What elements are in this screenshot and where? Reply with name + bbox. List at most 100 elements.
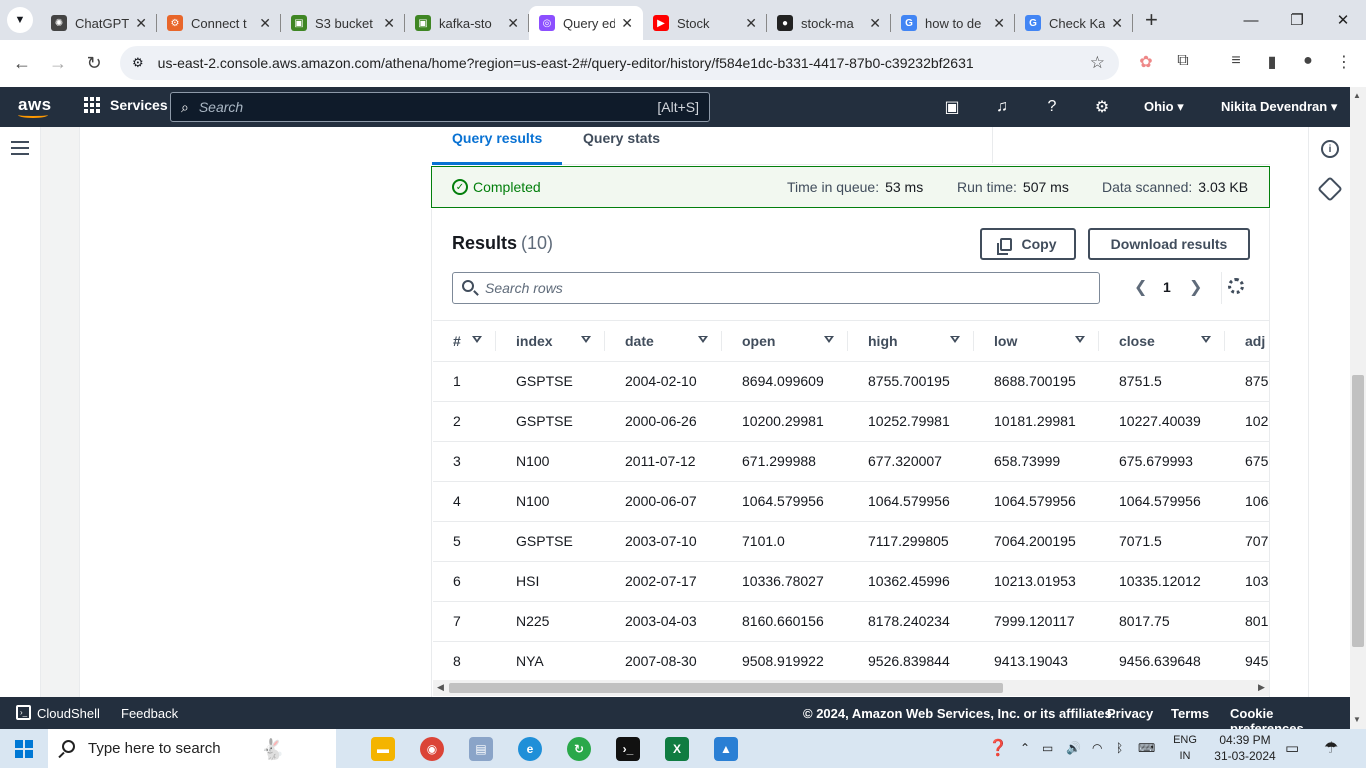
keyboard-icon[interactable]: ⌨ [1138, 741, 1155, 755]
browser-tab[interactable]: ● stock-ma ✕ [767, 6, 891, 40]
search-rows-input[interactable]: Search rows [452, 272, 1100, 304]
column-header[interactable]: high [848, 321, 974, 362]
column-header[interactable]: date [605, 321, 722, 362]
language-indicator[interactable]: ENG IN [1170, 732, 1200, 764]
table-horizontal-scrollbar[interactable]: ◀ ▶ [433, 680, 1269, 696]
table-row[interactable]: 5 GSPTSE 2003-07-10 7101.0 7117.299805 7064.2… [433, 521, 1269, 562]
table-row[interactable]: 6 HSI 2002-07-17 10336.78027 10362.45996 1021… [433, 561, 1269, 602]
region-selector[interactable]: Ohio ▾ [1144, 99, 1184, 115]
site-settings-icon[interactable]: ⚙ [132, 55, 144, 71]
aws-logo[interactable]: aws [18, 95, 52, 118]
info-icon[interactable]: i [1321, 140, 1339, 158]
restore-icon[interactable]: ❐ [1274, 0, 1320, 40]
privacy-link[interactable]: Privacy [1107, 706, 1153, 721]
show-hidden-icons-chevron-icon[interactable]: ⌃ [1020, 741, 1030, 755]
filter-caret-icon[interactable] [1075, 336, 1085, 343]
filter-caret-icon[interactable] [824, 336, 834, 343]
chrome-icon[interactable]: ◉ [420, 737, 444, 761]
table-row[interactable]: 2 GSPTSE 2000-06-26 10200.29981 10252.79981 1… [433, 401, 1269, 442]
table-preferences-gear-icon[interactable] [1228, 278, 1244, 294]
back-icon[interactable]: ← [4, 53, 40, 74]
column-header[interactable]: open [722, 321, 848, 362]
settings-gear-icon[interactable]: ⚙ [1091, 96, 1113, 118]
column-header[interactable]: close [1099, 321, 1225, 362]
tab-close-icon[interactable]: ✕ [869, 15, 881, 32]
browser-tab[interactable]: ▶ Stock ✕ [643, 6, 767, 40]
table-row[interactable]: 4 N100 2000-06-07 1064.579956 1064.579956 106… [433, 481, 1269, 522]
notifications-icon[interactable]: ▭ [1285, 739, 1299, 757]
tab-query-stats[interactable]: Query stats [583, 130, 660, 146]
column-header[interactable]: index [496, 321, 605, 362]
filter-caret-icon[interactable] [1201, 336, 1211, 343]
help-icon[interactable]: ? [1041, 96, 1063, 118]
page-vertical-scrollbar[interactable]: ▲ ▼ [1350, 87, 1366, 729]
tab-close-icon[interactable]: ✕ [1111, 15, 1123, 32]
tab-close-icon[interactable]: ✕ [745, 15, 757, 32]
column-header[interactable]: # [433, 321, 496, 362]
help-tray-icon[interactable]: ❓ [988, 738, 1008, 758]
browser-menu-icon[interactable]: ⋮ [1332, 52, 1356, 72]
url-text[interactable]: us-east-2.console.aws.amazon.com/athena/… [158, 55, 974, 71]
download-results-button[interactable]: Download results [1088, 228, 1250, 260]
cloudshell-icon[interactable]: ▣ [941, 96, 963, 118]
scroll-up-icon[interactable]: ▲ [1353, 91, 1361, 100]
filter-caret-icon[interactable] [698, 336, 708, 343]
aws-search-input[interactable]: ⌕ Search [Alt+S] [170, 92, 710, 122]
battery-icon[interactable]: ▭ [1042, 741, 1053, 755]
extensions-puzzle-icon[interactable]: ⧉ [1171, 52, 1195, 70]
filter-caret-icon[interactable] [950, 336, 960, 343]
browser-tab[interactable]: ▣ kafka-sto ✕ [405, 6, 529, 40]
profile-avatar[interactable]: ● [1296, 52, 1320, 70]
filter-caret-icon[interactable] [581, 336, 591, 343]
weather-icon[interactable]: ☂ [1324, 738, 1338, 758]
services-menu[interactable]: Services [84, 97, 168, 113]
scroll-right-icon[interactable]: ▶ [1258, 682, 1265, 693]
browser-tab[interactable]: Ghow to de ✕ [891, 6, 1015, 40]
wifi-icon[interactable]: ◠ [1092, 741, 1102, 755]
browser-tab[interactable]: G Check Kaf ✕ [1015, 6, 1133, 40]
column-header[interactable]: low [974, 321, 1099, 362]
browser-tab[interactable]: ▣ S3 bucket ✕ [281, 6, 405, 40]
tools-hexagon-icon[interactable] [1317, 176, 1343, 202]
tab-search-chevron-icon[interactable]: ▼ [7, 7, 33, 33]
tab-close-icon[interactable]: ✕ [993, 15, 1005, 32]
new-tab-button[interactable]: + [1145, 7, 1158, 33]
browser-tab[interactable]: ⚙ Connect t ✕ [157, 6, 281, 40]
next-page-icon[interactable]: ❯ [1189, 277, 1202, 297]
file-explorer-icon[interactable]: ▬ [371, 737, 395, 761]
browser-tab[interactable]: ✺ ChatGPT ✕ [41, 6, 157, 40]
cloudshell-link[interactable]: CloudShell [37, 706, 100, 721]
refresh-app-icon[interactable]: ↻ [567, 737, 591, 761]
hamburger-menu-icon[interactable] [11, 141, 29, 159]
feedback-link[interactable]: Feedback [121, 706, 178, 721]
system-clock[interactable]: 04:39 PM 31-03-2024 [1210, 732, 1280, 764]
column-header[interactable]: adj [1225, 321, 1269, 362]
browser-tab[interactable]: ◎ Query ed ✕ [529, 6, 643, 40]
copy-button[interactable]: Copy [980, 228, 1076, 260]
notifications-bell-icon[interactable]: ♫ [991, 96, 1013, 118]
tab-close-icon[interactable]: ✕ [259, 15, 271, 32]
horizontal-scroll-thumb[interactable] [449, 683, 1003, 693]
tab-close-icon[interactable]: ✕ [621, 15, 633, 32]
scroll-left-icon[interactable]: ◀ [437, 682, 444, 693]
cloudshell-terminal-icon[interactable]: ›_ [16, 705, 31, 720]
close-window-icon[interactable]: ✕ [1320, 0, 1366, 40]
terminal-icon[interactable]: ›_ [616, 737, 640, 761]
photos-icon[interactable]: ▲ [714, 737, 738, 761]
minimize-icon[interactable]: — [1228, 0, 1274, 40]
tab-close-icon[interactable]: ✕ [507, 15, 519, 32]
edge-icon[interactable]: e [518, 737, 542, 761]
filter-caret-icon[interactable] [472, 336, 482, 343]
reload-icon[interactable]: ↻ [76, 53, 112, 74]
notepad-icon[interactable]: ▤ [469, 737, 493, 761]
table-row[interactable]: 7 N225 2003-04-03 8160.660156 8178.240234 799… [433, 601, 1269, 642]
reading-list-icon[interactable]: ≡ [1224, 52, 1248, 70]
table-row[interactable]: 1 GSPTSE 2004-02-10 8694.099609 8755.700195 8… [433, 361, 1269, 402]
side-panel-icon[interactable]: ▮ [1260, 52, 1284, 72]
account-menu[interactable]: Nikita Devendran ▾ [1221, 99, 1337, 115]
bluetooth-icon[interactable]: ᛒ [1116, 741, 1123, 755]
terms-link[interactable]: Terms [1171, 706, 1209, 721]
taskbar-search-input[interactable]: Type here to search 🐇 [48, 729, 336, 768]
windows-start-icon[interactable] [15, 740, 33, 758]
tab-close-icon[interactable]: ✕ [135, 15, 147, 32]
